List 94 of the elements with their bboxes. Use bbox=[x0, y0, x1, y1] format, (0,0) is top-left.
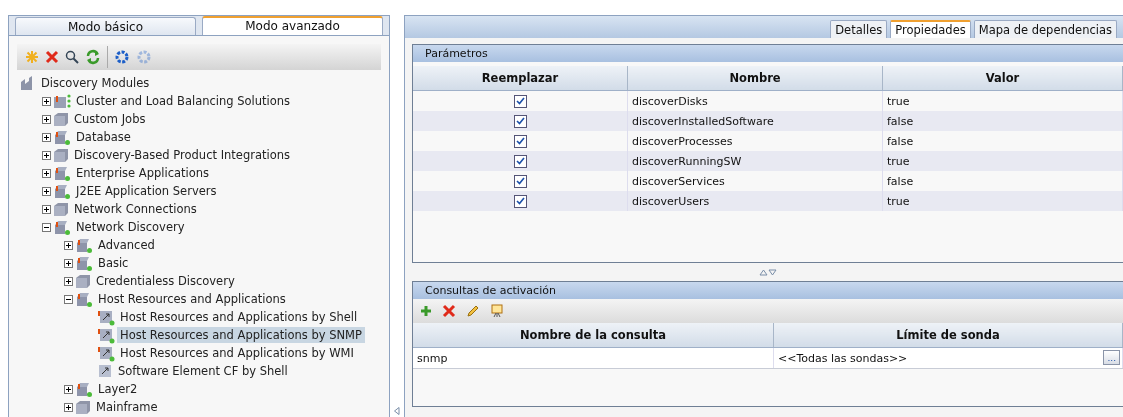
panel-title: Consultas de activación bbox=[413, 282, 1123, 299]
column-header[interactable]: Reemplazar bbox=[413, 66, 628, 91]
tree-item[interactable]: Credentialess Discovery bbox=[93, 273, 238, 289]
collapse-icon[interactable] bbox=[42, 222, 51, 232]
table-cell: discoverRunningSW bbox=[627, 151, 883, 171]
cluster-icon bbox=[53, 93, 71, 109]
expand-icon[interactable] bbox=[64, 402, 73, 412]
column-header[interactable]: Nombre de la consulta bbox=[413, 323, 774, 348]
tree-item[interactable]: Software Element CF by Shell bbox=[115, 363, 291, 379]
cube-icon bbox=[53, 201, 69, 217]
checkbox[interactable] bbox=[513, 154, 527, 168]
tree-item[interactable]: Network Connections bbox=[71, 201, 200, 217]
add-icon[interactable] bbox=[420, 305, 432, 317]
checkbox[interactable] bbox=[513, 114, 527, 128]
pencil-icon[interactable] bbox=[466, 304, 480, 318]
job-icon bbox=[97, 344, 115, 362]
collapse-arrow-icon[interactable] bbox=[394, 407, 400, 415]
expand-icon[interactable] bbox=[42, 186, 51, 196]
column-header[interactable]: Nombre bbox=[627, 66, 883, 91]
tab[interactable]: Detalles bbox=[830, 20, 888, 38]
tree-item[interactable]: Advanced bbox=[95, 237, 158, 253]
column-header[interactable]: Valor bbox=[882, 66, 1123, 91]
expand-icon[interactable] bbox=[42, 168, 51, 178]
expand-icon[interactable] bbox=[64, 258, 73, 268]
tree-item[interactable]: Discovery-Based Product Integrations bbox=[71, 147, 293, 163]
tree-item[interactable]: Cluster and Load Balancing Solutions bbox=[73, 93, 294, 109]
table-cell: <<Todas las sondas>> bbox=[778, 351, 908, 365]
checkbox[interactable] bbox=[513, 94, 527, 108]
tree-item[interactable]: Host Resources and Applications by Shell bbox=[117, 309, 361, 325]
tree-item[interactable]: Host Resources and Applications by SNMP bbox=[117, 327, 365, 343]
tree-item[interactable]: J2EE Application Servers bbox=[73, 183, 220, 199]
checkbox[interactable] bbox=[513, 174, 527, 188]
checkmark-icon bbox=[515, 137, 525, 146]
module-icon bbox=[53, 182, 71, 200]
expand-icon[interactable] bbox=[64, 276, 73, 286]
tree-item[interactable]: Host Resources and Applications bbox=[95, 291, 289, 307]
collapse-icon[interactable] bbox=[64, 294, 73, 304]
tree-item[interactable]: Layer2 bbox=[95, 381, 141, 397]
job-icon bbox=[97, 326, 115, 344]
tree-item[interactable]: Discovery Modules bbox=[38, 75, 153, 91]
table-cell: false bbox=[882, 111, 1123, 131]
tree-item[interactable]: Database bbox=[73, 129, 134, 145]
splitter-arrows-icon[interactable] bbox=[758, 268, 777, 276]
module-icon bbox=[75, 290, 93, 308]
easel-icon[interactable] bbox=[490, 304, 504, 318]
checkmark-icon bbox=[515, 97, 525, 106]
cube-icon bbox=[75, 399, 91, 415]
tab[interactable]: Modo básico bbox=[15, 17, 196, 35]
delete-icon[interactable] bbox=[442, 304, 456, 318]
tree-item[interactable]: Network Discovery bbox=[73, 219, 188, 235]
table-cell: discoverUsers bbox=[627, 191, 883, 211]
module-icon bbox=[75, 380, 93, 398]
tree-item[interactable]: Host Resources and Applications by WMI bbox=[117, 345, 357, 361]
table-cell: snmp bbox=[413, 347, 774, 369]
refresh-icon[interactable] bbox=[85, 49, 101, 65]
job-icon bbox=[97, 308, 115, 326]
table-cell: true bbox=[882, 191, 1123, 211]
expand-icon[interactable] bbox=[42, 204, 51, 214]
checkbox[interactable] bbox=[513, 134, 527, 148]
expand-icon[interactable] bbox=[64, 384, 73, 394]
checkmark-icon bbox=[515, 157, 525, 166]
column-header[interactable]: Límite de sonda bbox=[773, 323, 1123, 348]
tree-item[interactable]: Enterprise Applications bbox=[73, 165, 213, 181]
tree-item[interactable]: Basic bbox=[95, 255, 132, 271]
job-icon bbox=[97, 363, 113, 379]
checkmark-icon bbox=[515, 197, 525, 206]
browse-button[interactable]: ... bbox=[1103, 350, 1120, 365]
module-icon bbox=[75, 254, 93, 272]
search-icon[interactable] bbox=[65, 50, 79, 64]
expand-icon[interactable] bbox=[42, 132, 51, 142]
expand-icon[interactable] bbox=[64, 240, 73, 250]
table-cell: discoverInstalledSoftware bbox=[627, 111, 883, 131]
table-cell: true bbox=[882, 151, 1123, 171]
cube-icon bbox=[53, 111, 69, 127]
panel-title: Parámetros bbox=[413, 45, 1123, 62]
tree-item[interactable]: Custom Jobs bbox=[71, 111, 149, 127]
module-icon bbox=[75, 236, 93, 254]
cube-icon bbox=[53, 147, 69, 163]
tab[interactable]: Propiedades bbox=[890, 20, 971, 38]
expand-icon[interactable] bbox=[42, 150, 51, 160]
gear-icon[interactable] bbox=[114, 49, 130, 65]
expand-icon[interactable] bbox=[42, 114, 51, 124]
checkmark-icon bbox=[515, 177, 525, 186]
tab[interactable]: Mapa de dependencias bbox=[973, 20, 1117, 38]
tab[interactable]: Modo avanzado bbox=[202, 16, 383, 35]
module-icon bbox=[53, 128, 71, 146]
delete-icon[interactable] bbox=[45, 50, 59, 64]
module-icon bbox=[53, 164, 71, 182]
expand-icon[interactable] bbox=[42, 96, 51, 106]
cube-icon bbox=[75, 273, 91, 289]
checkbox[interactable] bbox=[513, 194, 527, 208]
module-icon bbox=[53, 218, 71, 236]
checkmark-icon bbox=[515, 117, 525, 126]
tree-item[interactable]: Mainframe bbox=[93, 399, 161, 415]
